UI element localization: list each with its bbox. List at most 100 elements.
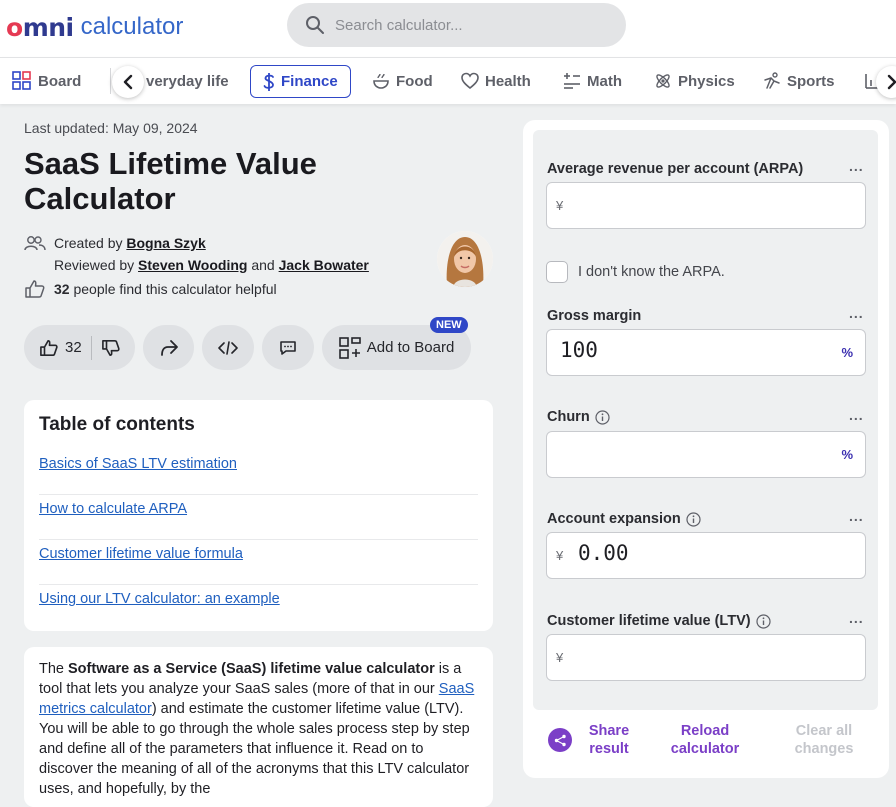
churn-label: Churn [547, 409, 610, 425]
arpa-more-button[interactable]: ... [849, 158, 864, 174]
clear-all-changes-button[interactable]: Clear all changes [785, 722, 863, 758]
article-intro: The Software as a Service (SaaS) lifetim… [24, 647, 493, 807]
nav-item-finance[interactable]: Finance [250, 65, 351, 98]
nav-label-board: Board [38, 72, 82, 90]
reviewed-by-prefix: Reviewed by [54, 257, 135, 273]
vote-divider [90, 335, 92, 360]
nav-divider [110, 68, 111, 94]
share-result-button[interactable]: Share result [548, 722, 634, 758]
calculator-fields: Average revenue per account (ARPA) ... ¥… [533, 130, 878, 710]
calculator-panel: Average revenue per account (ARPA) ... ¥… [523, 120, 889, 778]
nav-item-board[interactable]: Board [12, 65, 81, 97]
unknown-arpa-checkbox[interactable] [546, 261, 568, 283]
toc-link[interactable]: Using our LTV calculator: an example [39, 585, 478, 630]
new-badge: NEW [430, 317, 468, 333]
search-icon [306, 16, 324, 34]
ltv-currency: ¥ [556, 650, 564, 665]
dislike-button[interactable] [101, 339, 121, 357]
category-nav: Board veryday life Finance Food Health M… [0, 57, 896, 104]
account-expansion-currency: ¥ [556, 548, 564, 563]
info-icon[interactable] [595, 409, 610, 425]
arpa-input[interactable]: ¥ [546, 182, 866, 229]
page-title: SaaS Lifetime Value Calculator [24, 146, 317, 216]
arpa-label: Average revenue per account (ARPA) [547, 161, 803, 177]
sports-icon [763, 72, 781, 90]
board-icon [12, 71, 32, 91]
nav-item-everyday-life[interactable]: veryday life [146, 65, 229, 97]
nav-label-finance: Finance [281, 73, 338, 90]
arpa-currency: ¥ [556, 198, 564, 213]
thumbs-up-icon [40, 339, 58, 356]
nav-label-everyday-life: veryday life [146, 72, 229, 90]
author-link[interactable]: Bogna Szyk [126, 232, 205, 254]
info-icon[interactable] [686, 511, 701, 527]
gross-margin-more-button[interactable]: ... [849, 305, 864, 321]
nav-label-food: Food [396, 72, 433, 90]
nav-item-health[interactable]: Health [461, 65, 531, 97]
ltv-label-text: Customer lifetime value (LTV) [547, 613, 751, 629]
share-button[interactable] [143, 325, 194, 370]
churn-label-text: Churn [547, 409, 590, 425]
reload-calculator-button[interactable]: Reload calculator [665, 722, 745, 758]
gross-margin-input[interactable]: 100 % [546, 329, 866, 376]
nav-item-sports[interactable]: Sports [763, 65, 835, 97]
churn-input[interactable]: % [546, 431, 866, 478]
toc-link[interactable]: How to calculate ARPA [39, 495, 478, 540]
gross-margin-label: Gross margin [547, 308, 641, 324]
like-count: 32 [65, 339, 82, 356]
board-add-icon [338, 336, 361, 359]
like-button[interactable]: 32 [39, 339, 82, 357]
comment-button[interactable] [262, 325, 314, 370]
nav-scroll-left-button[interactable] [112, 66, 144, 98]
embed-button[interactable] [202, 325, 254, 370]
gross-margin-unit: % [841, 345, 853, 360]
unknown-arpa-label[interactable]: I don't know the ARPA. [578, 264, 725, 280]
nav-item-food[interactable]: Food [372, 65, 433, 97]
reviewer-1-link[interactable]: Steven Wooding [138, 257, 247, 273]
reviewed-by-row: Reviewed by Steven Wooding and Jack Bowa… [24, 254, 369, 276]
intro-text-1: The [39, 661, 69, 677]
helpful-count: 32 [54, 281, 70, 297]
chevron-right-icon [887, 74, 896, 90]
comment-icon [280, 340, 296, 355]
share-arrow-icon [160, 339, 178, 356]
nav-label-math: Math [587, 72, 622, 90]
and-text: and [251, 257, 275, 273]
nav-label-physics: Physics [678, 72, 735, 90]
gross-margin-label-text: Gross margin [547, 308, 642, 324]
people-icon [24, 236, 46, 251]
nav-label-health: Health [485, 72, 531, 90]
ltv-more-button[interactable]: ... [849, 610, 864, 626]
account-expansion-input[interactable]: ¥ 0.00 [546, 532, 866, 579]
search-placeholder: Search calculator... [335, 16, 463, 34]
last-updated: Last updated: May 09, 2024 [24, 120, 198, 136]
toc-link[interactable]: Basics of SaaS LTV estimation [39, 450, 478, 495]
ltv-output[interactable]: ¥ [546, 634, 866, 681]
calculator-footer: Share result Reload calculator Clear all… [523, 718, 889, 768]
search-input[interactable]: Search calculator... [287, 3, 626, 47]
toc-link[interactable]: Customer lifetime value formula [39, 540, 478, 585]
gross-margin-value: 100 [560, 338, 598, 362]
nav-item-physics[interactable]: Physics [654, 65, 735, 97]
chevron-left-icon [123, 74, 133, 90]
reviewer-2-link[interactable]: Jack Bowater [279, 257, 369, 273]
table-of-contents: Table of contents Basics of SaaS LTV est… [24, 400, 493, 631]
dollar-icon [263, 72, 275, 92]
omni-logo[interactable]: omni calculator [6, 12, 183, 42]
churn-more-button[interactable]: ... [849, 407, 864, 423]
info-icon[interactable] [755, 613, 771, 629]
churn-unit: % [841, 447, 853, 462]
account-expansion-more-button[interactable]: ... [849, 508, 864, 524]
ltv-label: Customer lifetime value (LTV) [547, 613, 771, 629]
add-to-board-label: Add to Board [366, 339, 455, 356]
created-by-row: Created by Bogna Szyk [24, 232, 369, 254]
thumbs-up-icon [25, 280, 45, 298]
heart-icon [461, 72, 479, 90]
share-icon [548, 728, 572, 752]
math-icon [563, 72, 581, 90]
vote-group: 32 [24, 325, 135, 370]
author-avatar[interactable] [437, 231, 493, 287]
helpful-text: people find this calculator helpful [73, 281, 277, 297]
nav-item-math[interactable]: Math [563, 65, 622, 97]
credits: Created by Bogna Szyk Reviewed by Steven… [24, 232, 369, 300]
